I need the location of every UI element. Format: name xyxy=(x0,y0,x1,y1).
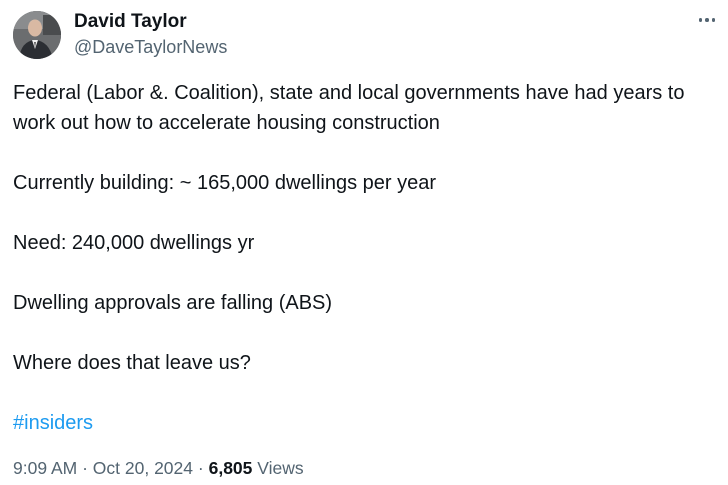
tweet-paragraph: Currently building: ~ 165,000 dwellings … xyxy=(13,172,437,194)
tweet-date[interactable]: Oct 20, 2024 xyxy=(93,458,193,478)
author-info: David Taylor @DaveTaylorNews xyxy=(74,10,227,59)
views-count: 6,805 xyxy=(208,458,253,478)
more-horizontal-icon xyxy=(705,18,709,22)
hashtag-link[interactable]: #insiders xyxy=(13,412,93,434)
tweet-paragraph: Need: 240,000 dwellings yr xyxy=(13,232,255,254)
tweet-time[interactable]: 9:09 AM xyxy=(13,458,77,478)
views-label: Views xyxy=(257,458,304,478)
tweet-paragraph: Where does that leave us? xyxy=(13,352,251,374)
tweet-paragraph: Federal (Labor &. Coalition), state and … xyxy=(13,82,685,134)
author-handle[interactable]: @DaveTaylorNews xyxy=(74,35,227,59)
avatar[interactable] xyxy=(13,11,61,59)
tweet-card: David Taylor @DaveTaylorNews Federal (La… xyxy=(0,0,728,485)
meta-separator: · xyxy=(82,458,88,478)
more-horizontal-icon xyxy=(698,18,703,22)
avatar-photo-icon xyxy=(13,11,61,59)
tweet-paragraph: Dwelling approvals are falling (ABS) xyxy=(13,292,333,314)
tweet-text: Federal (Labor &. Coalition), state and … xyxy=(13,78,723,438)
tweet-meta: 9:09 AM · Oct 20, 2024 · 6,805 Views xyxy=(13,456,304,480)
author-display-name[interactable]: David Taylor xyxy=(74,10,227,34)
meta-separator: · xyxy=(197,458,204,478)
more-horizontal-icon xyxy=(711,18,716,22)
more-menu-button[interactable] xyxy=(696,8,718,32)
